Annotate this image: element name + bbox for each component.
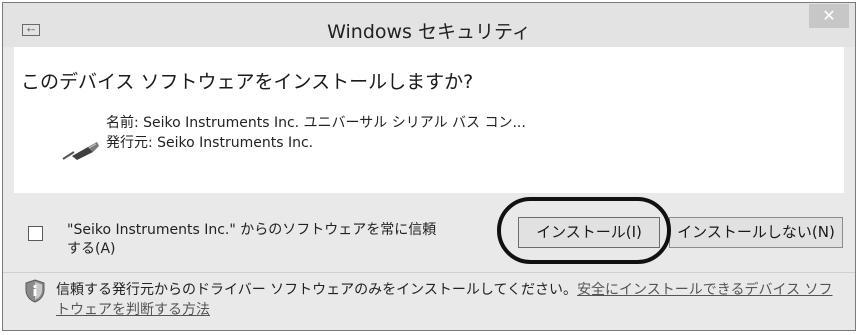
- dialog-footer: "Seiko Instruments Inc." からのソフトウェアを常に信頼す…: [3, 193, 855, 330]
- driver-publisher: 発行元: Seiko Instruments Inc.: [106, 135, 314, 151]
- window-title: Windows セキュリティ: [327, 21, 531, 43]
- install-button[interactable]: インストール(I): [518, 217, 660, 248]
- always-trust-label[interactable]: "Seiko Instruments Inc." からのソフトウェアを常に信頼す…: [67, 221, 437, 259]
- always-trust-checkbox[interactable]: [28, 226, 43, 241]
- security-dialog: +− Windows セキュリティ ✕ このデバイス ソフトウェアをインストール…: [2, 2, 856, 331]
- driver-name: 名前: Seiko Instruments Inc. ユニバーサル シリアル バ…: [106, 115, 526, 131]
- install-question: このデバイス ソフトウェアをインストールしますか?: [21, 71, 474, 93]
- usb-cable-icon: [62, 142, 99, 160]
- close-button[interactable]: ✕: [809, 4, 849, 28]
- shield-info-icon: [25, 279, 45, 303]
- driver-info: 名前: Seiko Instruments Inc. ユニバーサル シリアル バ…: [106, 113, 526, 153]
- dialog-content: このデバイス ソフトウェアをインストールしますか? 名前: Seiko Inst…: [14, 47, 844, 193]
- safety-note-text: 信頼する発行元からのドライバー ソフトウェアのみをインストールしてください。: [56, 282, 578, 298]
- footer-separator: [3, 272, 855, 273]
- dont-install-button[interactable]: インストールしない(N): [669, 217, 843, 248]
- safety-note: 信頼する発行元からのドライバー ソフトウェアのみをインストールしてください。安全…: [56, 280, 846, 320]
- title-bar[interactable]: +− Windows セキュリティ ✕: [3, 3, 855, 47]
